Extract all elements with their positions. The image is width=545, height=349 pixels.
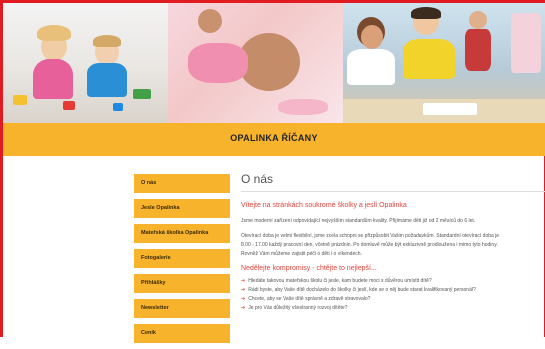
banner-photo-drawing-kids <box>343 3 545 123</box>
intro-paragraph: Jsme moderní zařízení odpovídající nejvy… <box>241 218 476 224</box>
main-content: O nás Vítejte na stránkách soukromé škol… <box>241 172 545 313</box>
sidebar-item-prihlasky[interactable]: Přihlášky <box>134 274 230 293</box>
opening-hours-paragraph: Otevírací doba je velmi flexibilní, jsme… <box>241 232 545 259</box>
welcome-heading: Vítejte na stránkách soukromé školky a j… <box>241 202 407 209</box>
arrow-icon: ➔ <box>241 278 246 284</box>
list-item: ➔ Hledáte takovou mateřskou školu či jesl… <box>241 278 432 284</box>
site-title: OPALINKA ŘÍČANY <box>230 133 318 143</box>
benefits-list: ➔ Hledáte takovou mateřskou školu či jesl… <box>241 277 545 313</box>
title-divider <box>241 191 545 192</box>
banner-photo-toddlers <box>3 3 168 123</box>
sidebar-item-newsletter[interactable]: Newsletter <box>134 299 230 318</box>
sidebar-item-materska-skolka[interactable]: Mateřská školka Opalinka <box>134 224 230 243</box>
list-item: ➔ Chcete, aby se Vaše dítě správně a zdra… <box>241 296 371 302</box>
sidebar-item-o-nas[interactable]: O nás <box>134 174 230 193</box>
arrow-icon: ➔ <box>241 287 246 293</box>
sidebar-item-fotogalerie[interactable]: Fotogalerie <box>134 249 230 268</box>
compromise-heading: Nedělejte kompromisy - chtějte to nejlep… <box>241 265 377 272</box>
sidebar-item-cenik[interactable]: Ceník <box>134 324 230 343</box>
header-banner <box>3 3 545 123</box>
opening-hours-line-2: 8.00 - 17.00 každý pracovní den, včetně … <box>241 242 498 248</box>
arrow-icon: ➔ <box>241 305 246 311</box>
title-bar: OPALINKA ŘÍČANY <box>3 123 545 156</box>
list-item: ➔ Rádi byste, aby Vaše dítě docházelo do … <box>241 287 476 293</box>
opening-hours-line-1: Otevírací doba je velmi flexibilní, jsme… <box>241 233 500 239</box>
list-item: ➔ Je pro Vás důležitý všestranný rozvoj d… <box>241 305 348 311</box>
sidebar-item-jesle[interactable]: Jesle Opalinka <box>134 199 230 218</box>
arrow-icon: ➔ <box>241 296 246 302</box>
page-title: O nás <box>241 172 274 186</box>
sidebar-nav: O nás Jesle Opalinka Mateřská školka Opa… <box>134 174 230 349</box>
banner-photo-baby <box>168 3 343 123</box>
opening-hours-line-3: Rovněž Vám můžeme zajistit péči o děti i… <box>241 251 362 257</box>
